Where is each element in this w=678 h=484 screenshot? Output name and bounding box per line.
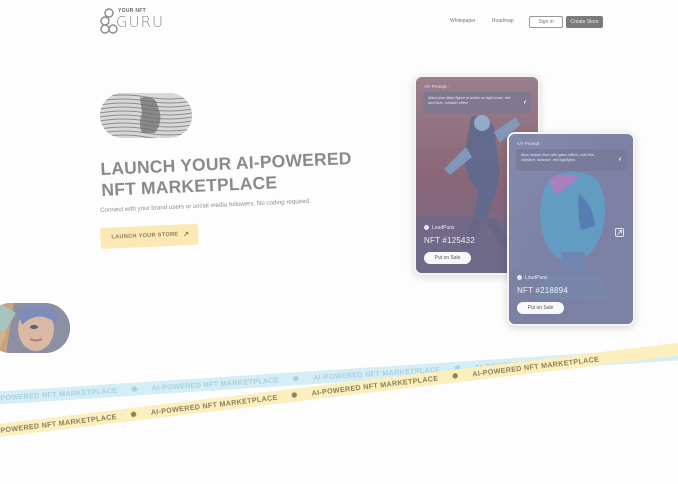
hero-title: LAUNCH YOUR AI-POWERED NFT MARKETPLACE bbox=[100, 147, 382, 201]
colorful-face-image bbox=[0, 303, 70, 353]
ribbon-text: AI-POWERED NFT MARKETPLACE bbox=[151, 375, 280, 393]
ribbon-text: AI-POWERED NFT MARKETPLACE bbox=[0, 385, 118, 403]
creator-label: LoudPunx bbox=[525, 275, 548, 281]
prompt-label: </> Prompt : bbox=[517, 141, 542, 146]
ribbon-separator-icon: ✺ bbox=[131, 384, 138, 394]
send-icon[interactable] bbox=[521, 99, 527, 105]
expand-icon[interactable] bbox=[615, 228, 624, 237]
creator-name: LoudPunx bbox=[517, 275, 548, 281]
launch-store-label: LAUNCH YOUR STORE bbox=[111, 231, 179, 241]
landing-page: YOUR NFT GURU Whitepaper Roadmap Sign in… bbox=[0, 0, 678, 484]
put-on-sale-button[interactable]: Put on Sale bbox=[517, 302, 564, 314]
nft-id: NFT #125432 bbox=[424, 236, 475, 245]
ribbon-separator-icon: ✺ bbox=[130, 409, 138, 420]
launch-store-button[interactable]: LAUNCH YOUR STORE ↗ bbox=[100, 223, 199, 249]
prompt-text: Masculine Male figure in action on light… bbox=[423, 92, 531, 114]
arrow-up-right-icon: ↗ bbox=[183, 231, 190, 239]
signin-button[interactable]: Sign in bbox=[529, 16, 563, 28]
face-artwork bbox=[0, 303, 70, 353]
nav-roadmap[interactable]: Roadmap bbox=[492, 18, 514, 24]
ribbon-separator-icon: ✺ bbox=[451, 371, 459, 381]
nav-whitepaper[interactable]: Whitepaper bbox=[450, 18, 476, 24]
hero-subtitle: Connect with your brand users or social … bbox=[100, 197, 311, 214]
prompt-label: </> Prompt : bbox=[424, 84, 449, 89]
hero-artwork bbox=[100, 93, 192, 138]
creator-avatar bbox=[424, 225, 429, 231]
logo-wordmark: GURU bbox=[116, 13, 165, 31]
ribbon-text: AI-POWERED NFT MARKETPLACE bbox=[0, 411, 118, 436]
put-on-sale-button[interactable]: Put on Sale bbox=[424, 252, 471, 264]
creator-label: LoudPunx bbox=[432, 225, 455, 231]
ribbon-text: AI-POWERED NFT MARKETPLACE bbox=[150, 392, 279, 417]
creator-avatar bbox=[517, 275, 522, 281]
create-store-button[interactable]: Create Store bbox=[566, 16, 603, 28]
creator-name: LoudPunx bbox=[424, 225, 455, 231]
prompt-text: Blue human face with glass effect, cold … bbox=[516, 149, 626, 171]
nft-id: NFT #218894 bbox=[517, 286, 568, 295]
wavy-figure-image bbox=[100, 93, 192, 138]
ribbon-separator-icon: ✺ bbox=[292, 374, 300, 384]
nft-card-2[interactable]: </> Prompt : Blue human face with glass … bbox=[507, 132, 635, 326]
ribbon-separator-icon: ✺ bbox=[290, 390, 299, 401]
send-icon[interactable] bbox=[616, 156, 622, 162]
